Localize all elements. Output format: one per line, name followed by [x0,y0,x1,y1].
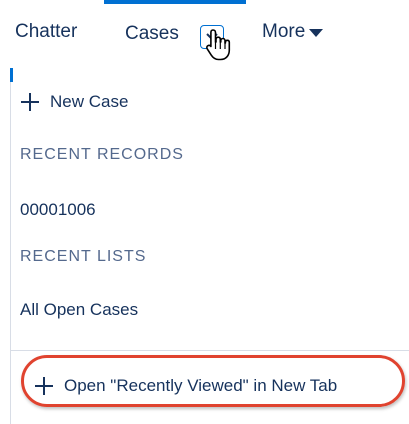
recent-records-heading: RECENT RECORDS [20,146,184,163]
new-case-label: New Case [50,92,129,111]
recent-list-label: All Open Cases [20,300,139,319]
highlight-annotation [21,355,405,407]
tab-more[interactable]: More [262,0,324,64]
tab-chatter-label: Chatter [15,21,78,42]
dropdown-accent [10,68,13,82]
caret-down-icon [309,29,324,37]
new-case-menu-item[interactable]: New Case [21,90,128,114]
recent-list-item[interactable]: All Open Cases [20,298,138,322]
tab-more-label: More [262,21,306,42]
page: Chatter Cases More New Case RECENT RECOR… [0,0,409,424]
plus-icon [21,93,39,111]
recent-record-item[interactable]: 00001006 [20,198,96,222]
hand-pointer-icon [206,29,231,61]
menu-divider [11,350,409,351]
recent-record-label: 00001006 [20,200,96,219]
tab-cases[interactable]: Cases [104,0,246,64]
recent-lists-heading: RECENT LISTS [20,248,147,265]
tab-cases-label: Cases [125,23,179,44]
tab-chatter[interactable]: Chatter [15,0,77,64]
nav-bar: Chatter Cases More [0,0,409,64]
